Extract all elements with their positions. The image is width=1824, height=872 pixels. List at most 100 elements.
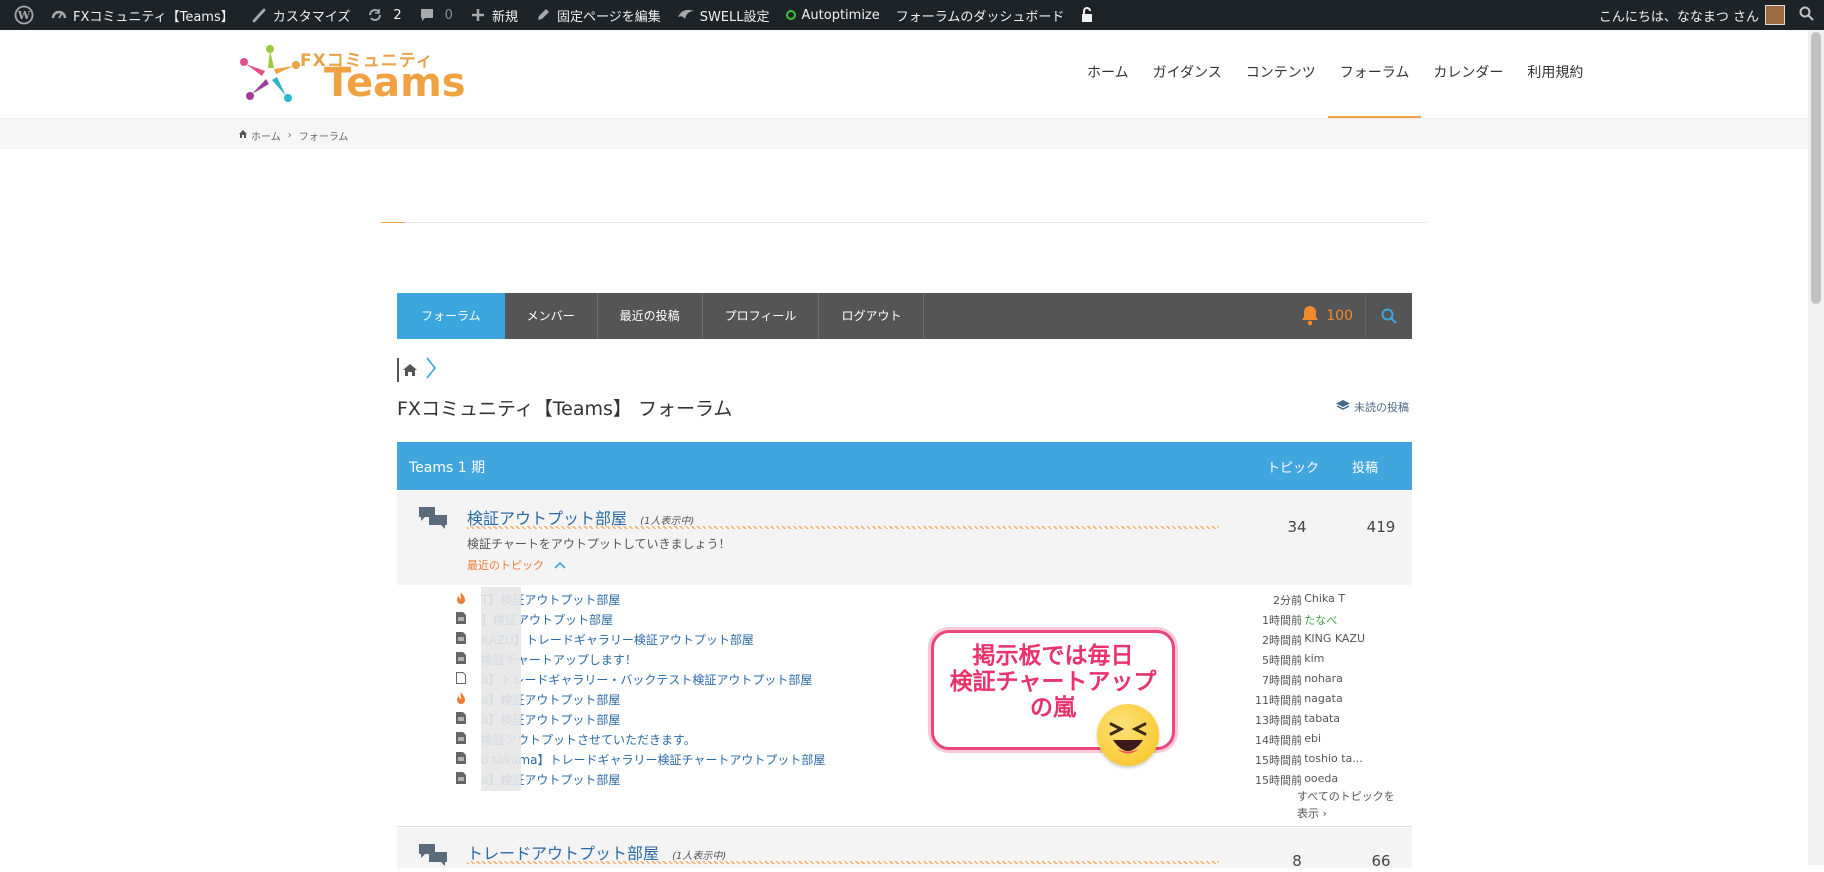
breadcrumb: ホーム › フォーラム [0,118,1808,149]
topic-time: 13時間前 [1255,714,1302,727]
avatar[interactable] [1765,5,1785,25]
forum-home-icon[interactable] [397,358,421,382]
topic-author[interactable]: : KING KAZU [1297,632,1365,645]
list-item: T】検証アウトプット部屋 2分前 : Chika T [397,590,1412,609]
topic-author[interactable]: : tabata [1297,712,1340,725]
forum-nav-profile[interactable]: プロフィール [703,293,820,339]
see-all-topics-link[interactable]: すべてのトピックを 表示 › [1297,788,1395,822]
pencil-icon [534,6,552,24]
forum-description: 検証チャートをアウトプットしていきましょう！ [467,537,731,551]
admin-swell[interactable]: SWELL設定 [669,0,778,30]
updates-icon [366,6,384,24]
nav-calendar[interactable]: カレンダー [1421,30,1515,118]
dashboard-icon [50,6,68,24]
chevron-right-icon [425,356,437,384]
forum-nav-recent-posts[interactable]: 最近の投稿 [598,293,703,339]
admin-forum-dashboard-label: フォーラムのダッシュボード [895,9,1065,25]
topic-author[interactable]: : nagata [1297,692,1343,705]
list-item: KAZU】トレードギャラリー検証アウトプット部屋 2時間前 : KING KAZ… [397,630,1412,649]
topic-link[interactable]: o takuma】トレードギャラリー検証チャートアウトプット部屋 [481,751,825,768]
topic-time: 5時間前 [1262,654,1302,667]
updates-count: 2 [393,7,402,23]
admin-new[interactable]: 新規 [461,0,526,30]
admin-site-name[interactable]: FXコミュニティ【Teams】 [42,0,242,30]
forum-nav-members[interactable]: メンバー [505,293,598,339]
post-count: 66 [1371,852,1391,870]
forum-row: トレードアウトプット部屋 (1人表示中) 8 66 [397,828,1412,870]
list-item: a】検証アウトプット部屋 15時間前 : ooeda [397,770,1412,789]
document-outline-icon [456,672,466,684]
admin-customize[interactable]: カスタマイズ [242,0,359,30]
admin-greeting[interactable]: こんにちは、ななまつ さん [1599,6,1759,25]
global-nav: ホーム ガイダンス コンテンツ フォーラム カレンダー 利用規約 [1075,30,1595,118]
forum-nav-forum[interactable]: フォーラム [397,293,505,339]
site-header: FXコミュニティ Teams ホーム ガイダンス コンテンツ フォーラム カレン… [0,30,1808,118]
wordpress-logo-icon[interactable]: W [6,0,42,30]
forum-nav-logout[interactable]: ログアウト [819,293,925,339]
nav-guidance[interactable]: ガイダンス [1141,30,1234,118]
admin-autoptimize-label: Autoptimize [801,7,880,23]
document-icon [456,612,466,624]
nav-contents[interactable]: コンテンツ [1234,30,1328,118]
column-posts: 投稿 [1352,461,1379,476]
topic-time: 15時間前 [1255,754,1302,767]
divider [381,222,1427,223]
notification-count[interactable]: 100 [1326,308,1353,324]
admin-edit-page-label: 固定ページを編集 [556,9,661,25]
fire-icon [456,592,466,604]
see-all-line1: すべてのトピックを [1297,790,1395,803]
lock-icon[interactable] [1072,0,1102,30]
topic-link[interactable]: a】トレードギャラリー・バックテスト検証アウトプット部屋 [481,671,812,688]
nav-terms[interactable]: 利用規約 [1515,30,1595,118]
list-item: 】検証アウトプット部屋 1時間前 : たなべ [397,610,1412,629]
layers-icon [1336,399,1350,415]
topic-author[interactable]: : たなべ [1297,612,1337,628]
nav-forum[interactable]: フォーラム [1327,30,1422,118]
admin-customize-label: カスタマイズ [272,9,351,25]
home-icon [238,129,248,142]
forum-breadcrumb [397,356,437,384]
column-topics: トピック [1267,461,1320,476]
admin-forum-dashboard[interactable]: フォーラムのダッシュボード [888,0,1073,30]
topic-author[interactable]: : nohara [1297,672,1343,685]
topic-link[interactable]: KAZU】トレードギャラリー検証アウトプット部屋 [481,631,754,648]
document-icon [456,732,466,744]
fire-icon [456,692,466,704]
laughing-emoji-icon [1097,704,1159,766]
admin-comments[interactable]: 0 [410,0,461,30]
comment-icon [418,6,436,24]
admin-swell-label: SWELL設定 [699,9,770,25]
admin-edit-page[interactable]: 固定ページを編集 [526,0,669,30]
forum-search-icon[interactable] [1365,293,1412,339]
category-name[interactable]: Teams 1 期 [409,457,485,477]
recent-topics-list: T】検証アウトプット部屋 2分前 : Chika T 】検証アウトプット部屋 1… [397,587,1412,827]
scrollbar-thumb[interactable] [1811,32,1821,304]
see-all-line2: 表示 › [1297,807,1327,820]
topic-author[interactable]: : ebi [1297,732,1321,745]
unread-posts-label: 未読の投稿 [1354,401,1409,414]
recent-topics-toggle[interactable]: 最近のトピック [467,557,566,573]
topic-author[interactable]: : kim [1297,652,1324,665]
site-logo[interactable]: FXコミュニティ Teams [240,44,470,106]
status-dot-icon [785,10,796,20]
bell-icon[interactable] [1300,304,1320,329]
nav-home[interactable]: ホーム [1075,30,1141,118]
title-underline [467,526,1219,529]
topic-time: 2時間前 [1262,634,1302,647]
search-icon[interactable] [1799,6,1814,25]
admin-bar: W FXコミュニティ【Teams】 カスタマイズ 2 0 新規 固定ページを編集… [0,0,1824,30]
list-item: 検証チャートアップします！ 5時間前 : kim [397,650,1412,669]
forum-nav: フォーラム メンバー 最近の投稿 プロフィール ログアウト 100 [397,293,1412,339]
breadcrumb-current: フォーラム [298,132,349,143]
topic-author[interactable]: : Chika T [1297,592,1345,605]
page-scrollbar[interactable] [1808,30,1824,865]
topic-author[interactable]: : ooeda [1297,772,1338,785]
list-item: a】検証アウトプット部屋 13時間前 : tabata [397,710,1412,729]
admin-autoptimize[interactable]: Autoptimize [778,0,888,30]
unread-posts-link[interactable]: 未読の投稿 [1336,399,1409,415]
topic-author[interactable]: : toshio ta... [1297,752,1363,765]
topic-time: 14時間前 [1255,734,1302,747]
breadcrumb-home[interactable]: ホーム [251,128,281,143]
admin-updates[interactable]: 2 [358,0,409,30]
chat-bubbles-icon [417,842,449,872]
